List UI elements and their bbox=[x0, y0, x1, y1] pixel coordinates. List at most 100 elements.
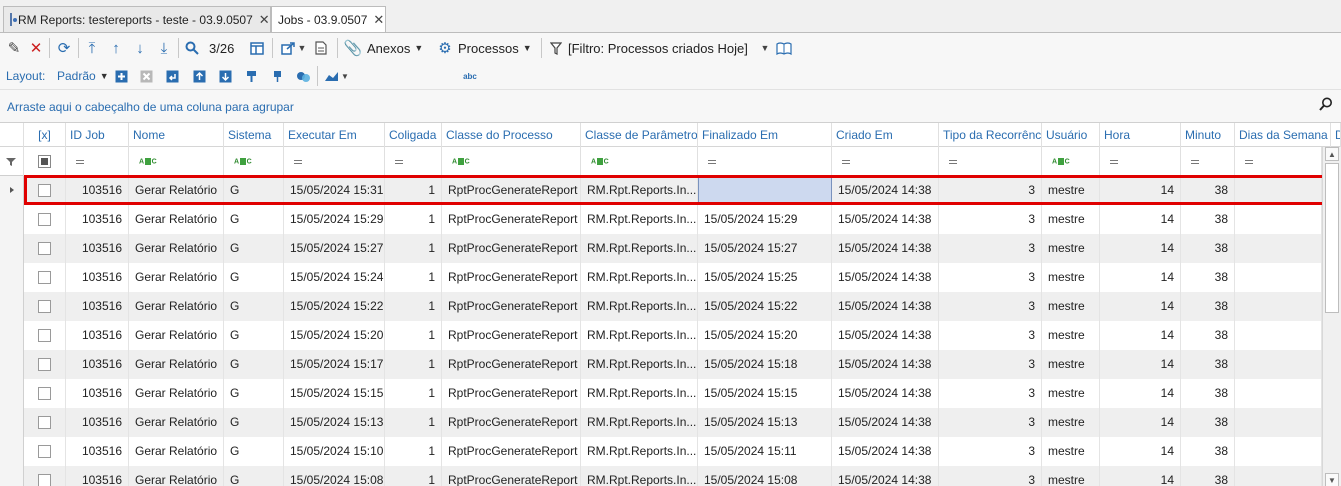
cell-usuario[interactable]: mestre bbox=[1042, 408, 1100, 437]
cell-criado[interactable]: 15/05/2024 14:38 bbox=[832, 234, 939, 263]
cell-param[interactable]: RM.Rpt.Reports.In... bbox=[581, 466, 698, 486]
cell-executar[interactable]: 15/05/2024 15:31 bbox=[284, 176, 385, 205]
cell-finalizado[interactable]: 15/05/2024 15:15 bbox=[698, 379, 832, 408]
scrollbar-thumb[interactable] bbox=[1325, 163, 1339, 313]
cell-id[interactable]: 103516 bbox=[66, 292, 129, 321]
cell-coligada[interactable]: 1 bbox=[385, 263, 442, 292]
cell-minuto[interactable]: 38 bbox=[1181, 234, 1235, 263]
cell-sistema[interactable]: G bbox=[224, 234, 284, 263]
row-select-cell[interactable] bbox=[24, 437, 66, 466]
cell-criado[interactable]: 15/05/2024 14:38 bbox=[832, 466, 939, 486]
table-row[interactable]: 103516 Gerar Relatório G 15/05/2024 15:31 1 R… bbox=[0, 176, 1322, 205]
cell-tipo[interactable]: 3 bbox=[939, 234, 1042, 263]
cell-tipo[interactable]: 3 bbox=[939, 466, 1042, 486]
cell-coligada[interactable]: 1 bbox=[385, 408, 442, 437]
filter-classe-parametros[interactable]: AC bbox=[581, 147, 698, 176]
column-header-classe-parametros[interactable]: Classe de Parâmetros bbox=[581, 123, 698, 147]
cell-executar[interactable]: 15/05/2024 15:27 bbox=[284, 234, 385, 263]
anexos-menu[interactable]: Anexos ▼ bbox=[367, 37, 423, 59]
filter-icon[interactable] bbox=[548, 37, 564, 59]
cell-criado[interactable]: 15/05/2024 14:38 bbox=[832, 205, 939, 234]
cell-coligada[interactable]: 1 bbox=[385, 466, 442, 486]
row-indicator[interactable] bbox=[0, 263, 24, 292]
table-row[interactable]: 103516 Gerar Relatório G 15/05/2024 15:08 1 R… bbox=[0, 466, 1322, 486]
row-indicator[interactable] bbox=[0, 466, 24, 486]
cell-nome[interactable]: Gerar Relatório bbox=[129, 205, 224, 234]
column-header-d[interactable]: D bbox=[1331, 123, 1341, 147]
table-row[interactable]: 103516 Gerar Relatório G 15/05/2024 15:22 1 R… bbox=[0, 292, 1322, 321]
cell-minuto[interactable]: 38 bbox=[1181, 292, 1235, 321]
cell-tipo[interactable]: 3 bbox=[939, 437, 1042, 466]
cell-tipo[interactable]: 3 bbox=[939, 205, 1042, 234]
table-row[interactable]: 103516 Gerar Relatório G 15/05/2024 15:27 1 R… bbox=[0, 234, 1322, 263]
cell-nome[interactable]: Gerar Relatório bbox=[129, 321, 224, 350]
cell-nome[interactable]: Gerar Relatório bbox=[129, 176, 224, 205]
cell-coligada[interactable]: 1 bbox=[385, 321, 442, 350]
cell-executar[interactable]: 15/05/2024 15:13 bbox=[284, 408, 385, 437]
chevron-down-icon[interactable]: ▼ bbox=[340, 65, 350, 87]
cell-finalizado[interactable]: 15/05/2024 15:13 bbox=[698, 408, 832, 437]
cell-usuario[interactable]: mestre bbox=[1042, 234, 1100, 263]
chevron-down-icon[interactable]: ▼ bbox=[760, 37, 770, 59]
cell-id[interactable]: 103516 bbox=[66, 321, 129, 350]
download-layout-icon[interactable] bbox=[217, 65, 233, 87]
row-indicator[interactable] bbox=[0, 292, 24, 321]
last-record-icon[interactable]: ⤓ bbox=[156, 37, 172, 59]
filter-tipo-recorrencia[interactable] bbox=[939, 147, 1042, 176]
cell-dias-semana[interactable] bbox=[1235, 321, 1322, 350]
row-indicator[interactable] bbox=[0, 205, 24, 234]
cell-classe[interactable]: RptProcGenerateReport bbox=[442, 466, 581, 486]
cell-finalizado[interactable] bbox=[698, 176, 832, 205]
cell-criado[interactable]: 15/05/2024 14:38 bbox=[832, 379, 939, 408]
cell-tipo[interactable]: 3 bbox=[939, 263, 1042, 292]
row-checkbox[interactable] bbox=[38, 242, 51, 255]
color-scheme-icon[interactable] bbox=[294, 65, 312, 87]
cell-coligada[interactable]: 1 bbox=[385, 437, 442, 466]
cell-executar[interactable]: 15/05/2024 15:08 bbox=[284, 466, 385, 486]
column-header-classe-processo[interactable]: Classe do Processo bbox=[442, 123, 581, 147]
processos-menu[interactable]: Processos ▼ bbox=[458, 37, 532, 59]
column-header-executar-em[interactable]: Executar Em bbox=[284, 123, 385, 147]
cell-id[interactable]: 103516 bbox=[66, 263, 129, 292]
cell-param[interactable]: RM.Rpt.Reports.In... bbox=[581, 205, 698, 234]
cell-id[interactable]: 103516 bbox=[66, 205, 129, 234]
cell-usuario[interactable]: mestre bbox=[1042, 379, 1100, 408]
row-indicator[interactable] bbox=[0, 350, 24, 379]
cell-sistema[interactable]: G bbox=[224, 205, 284, 234]
cell-coligada[interactable]: 1 bbox=[385, 205, 442, 234]
cell-finalizado[interactable]: 15/05/2024 15:11 bbox=[698, 437, 832, 466]
select-all-checkbox[interactable] bbox=[38, 155, 51, 168]
delete-icon[interactable]: ✕ bbox=[28, 37, 44, 59]
jobs-grid[interactable]: [x] ID Job Nome Sistema Executar Em Coli… bbox=[0, 122, 1341, 486]
filter-label[interactable]: [Filtro: Processos criados Hoje] bbox=[568, 37, 748, 59]
cell-sistema[interactable]: G bbox=[224, 176, 284, 205]
filter-id-job[interactable] bbox=[66, 147, 129, 176]
table-row[interactable]: 103516 Gerar Relatório G 15/05/2024 15:17 1 R… bbox=[0, 350, 1322, 379]
cell-criado[interactable]: 15/05/2024 14:38 bbox=[832, 350, 939, 379]
gear-icon[interactable]: ⚙ bbox=[437, 37, 453, 59]
row-indicator[interactable] bbox=[0, 321, 24, 350]
cell-usuario[interactable]: mestre bbox=[1042, 292, 1100, 321]
row-select-cell[interactable] bbox=[24, 205, 66, 234]
row-checkbox[interactable] bbox=[38, 329, 51, 342]
cell-criado[interactable]: 15/05/2024 14:38 bbox=[832, 263, 939, 292]
filter-select-all[interactable] bbox=[24, 147, 66, 176]
cell-dias-semana[interactable] bbox=[1235, 350, 1322, 379]
cell-dias-semana[interactable] bbox=[1235, 205, 1322, 234]
cell-id[interactable]: 103516 bbox=[66, 437, 129, 466]
pin-icon[interactable] bbox=[269, 65, 285, 87]
cell-nome[interactable]: Gerar Relatório bbox=[129, 379, 224, 408]
edit-pencil-icon[interactable]: ✎ bbox=[6, 37, 22, 59]
cell-sistema[interactable]: G bbox=[224, 437, 284, 466]
cell-classe[interactable]: RptProcGenerateReport bbox=[442, 379, 581, 408]
cell-param[interactable]: RM.Rpt.Reports.In... bbox=[581, 263, 698, 292]
cell-dias-semana[interactable] bbox=[1235, 437, 1322, 466]
vertical-scrollbar[interactable]: ▲ ▼ bbox=[1322, 147, 1341, 486]
layout-dropdown[interactable]: Padrão ▼ bbox=[57, 65, 109, 87]
cell-classe[interactable]: RptProcGenerateReport bbox=[442, 176, 581, 205]
cell-hora[interactable]: 14 bbox=[1100, 321, 1181, 350]
cell-id[interactable]: 103516 bbox=[66, 408, 129, 437]
cell-classe[interactable]: RptProcGenerateReport bbox=[442, 234, 581, 263]
cell-hora[interactable]: 14 bbox=[1100, 350, 1181, 379]
row-select-cell[interactable] bbox=[24, 350, 66, 379]
